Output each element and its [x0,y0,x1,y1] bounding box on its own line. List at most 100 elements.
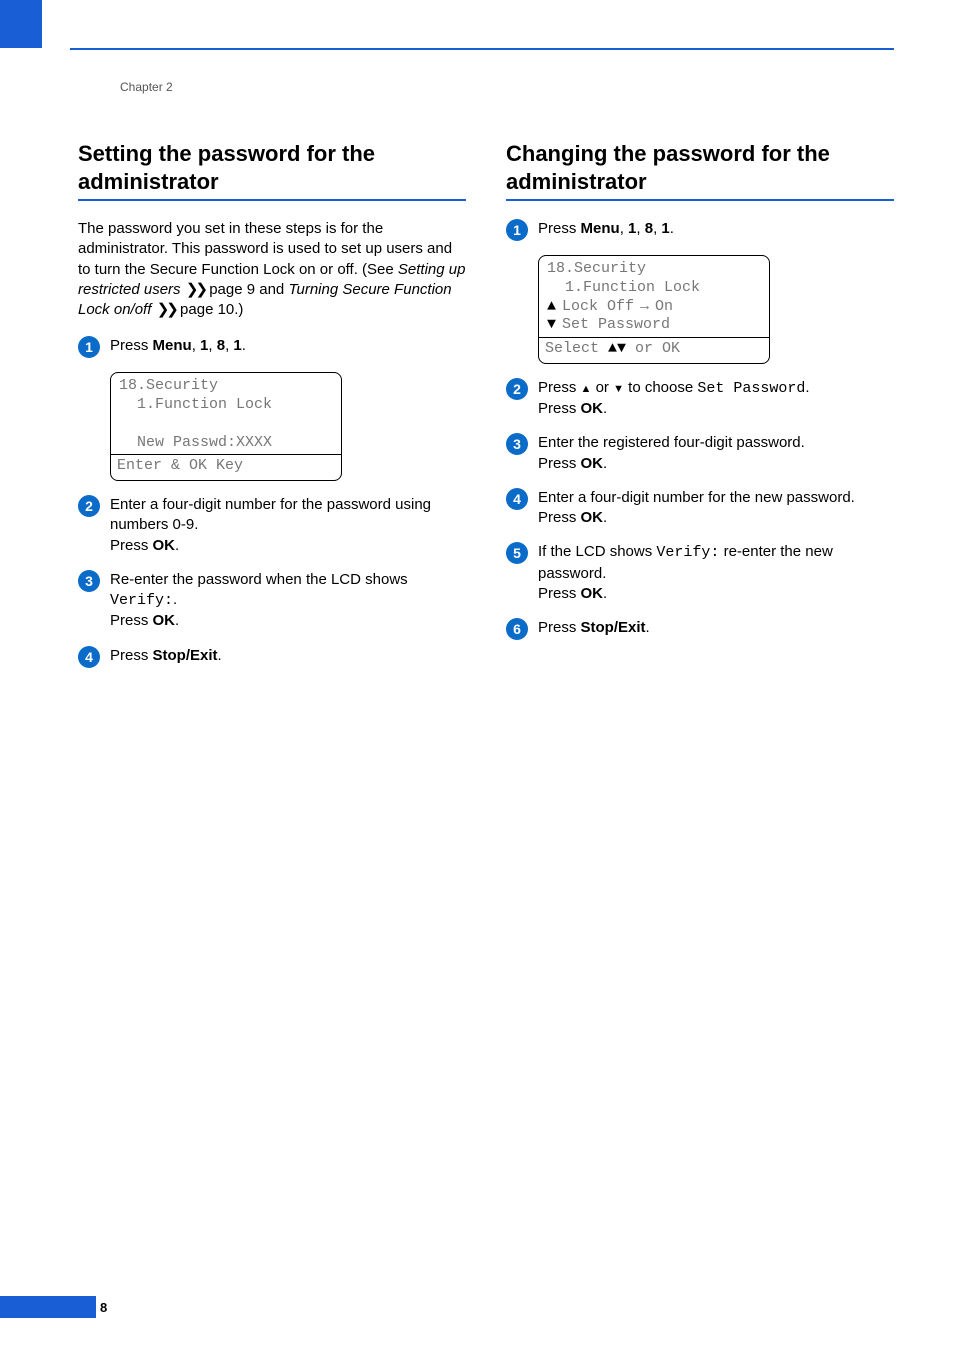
key-1b: 1 [661,220,669,237]
side-tab [0,0,42,48]
key-ok: OK [153,537,176,554]
key-ok: OK [581,509,604,526]
key-ok: OK [581,400,604,417]
text: Lock Off [562,298,634,317]
right-step-1: 1 Press Menu, 1, 8, 1. [506,219,894,241]
lcd-body: 18.Security 1.Function Lock ▲ Lock Off → O… [539,256,769,337]
step-text: Re-enter the password when the LCD shows… [110,570,466,632]
text: Press [538,220,581,237]
text: Press [110,537,153,554]
text: page 10.) [176,301,244,318]
arrow-up-icon: ▲ [608,340,617,357]
text: If the LCD shows [538,543,656,560]
key-ok: OK [581,455,604,472]
page-number-bar [0,1296,96,1318]
key-1: 1 [200,337,208,354]
right-step-6: 6 Press Stop/Exit. [506,618,894,640]
text: Press [110,647,153,664]
page-ref-icon: ❯❯ [185,281,205,298]
key-stop-exit: Stop/Exit [581,619,646,636]
left-title: Setting the password for the administrat… [78,140,466,195]
chapter-label: Chapter 2 [120,80,173,94]
lcd-wrapper: 18.Security 1.Function Lock New Passwd:X… [110,372,466,481]
step-text: Press Stop/Exit. [538,618,894,638]
text: Press [110,337,153,354]
right-step-4: 4 Enter a four-digit number for the new … [506,488,894,529]
text: Enter the registered four-digit password… [538,434,805,451]
text: . [805,379,809,396]
text: 18.Security 1.Function Lock [547,260,700,296]
step-text: Press Menu, 1, 8, 1. [110,336,466,356]
text: page 9 and [205,281,288,298]
key-stop-exit: Stop/Exit [153,647,218,664]
right-underline [506,199,894,201]
arrow-down-icon: ▼ [617,340,626,357]
left-intro: The password you set in these steps is f… [78,219,466,320]
key-menu: Menu [153,337,192,354]
lcd-wrapper: 18.Security 1.Function Lock ▲ Lock Off → O… [538,255,894,364]
text: Press [538,400,581,417]
right-column: Changing the password for the administra… [506,140,894,682]
key-1b: 1 [233,337,241,354]
key-ok: OK [581,585,604,602]
step-badge-3: 3 [506,433,528,455]
step-text: Enter a four-digit number for the new pa… [538,488,894,529]
key-8: 8 [645,220,653,237]
step-text: Enter a four-digit number for the passwo… [110,495,466,556]
lcd-body: 18.Security 1.Function Lock New Passwd:X… [111,373,341,454]
left-column: Setting the password for the administrat… [78,140,466,682]
step-badge-5: 5 [506,542,528,564]
text: Press [538,455,581,472]
text: Press [538,379,581,396]
step-text: Press Menu, 1, 8, 1. [538,219,894,239]
step-text: Press ▲ or ▼ to choose Set Password. Pre… [538,378,894,420]
right-title: Changing the password for the administra… [506,140,894,195]
step-badge-4: 4 [506,488,528,510]
page-ref-icon: ❯❯ [156,301,176,318]
text: Press [538,585,581,602]
text: . [646,619,650,636]
lcd-text-verify: Verify: [656,544,719,561]
lcd-footer: Select ▲▼ or OK [539,337,769,363]
key-ok: OK [153,612,176,629]
text: or [591,379,613,396]
step-badge-3: 3 [78,570,100,592]
page-number: 8 [100,1300,107,1315]
lcd-screen: 18.Security 1.Function Lock New Passwd:X… [110,372,342,481]
arrow-right-icon: → [640,298,649,317]
top-rule [70,48,894,50]
text: Press [538,619,581,636]
key-menu: Menu [581,220,620,237]
step-text: Press Stop/Exit. [110,646,466,666]
right-step-3: 3 Enter the registered four-digit passwo… [506,433,894,474]
step-badge-1: 1 [506,219,528,241]
arrow-up-icon: ▲ [581,383,592,395]
text: Press [110,612,153,629]
text: Re-enter the password when the LCD shows [110,571,408,588]
left-step-1: 1 Press Menu, 1, 8, 1. [78,336,466,358]
step-badge-2: 2 [506,378,528,400]
step-badge-4: 4 [78,646,100,668]
lcd-text-setpwd: Set Password [697,380,805,397]
key-8: 8 [217,337,225,354]
text: Press [538,509,581,526]
text: The password you set in these steps is f… [78,220,452,278]
left-step-2: 2 Enter a four-digit number for the pass… [78,495,466,556]
lcd-footer: Enter & OK Key [111,454,341,480]
step-badge-6: 6 [506,618,528,640]
step-text: If the LCD shows Verify: re-enter the ne… [538,542,894,604]
arrow-up-icon: ▲ [547,298,556,317]
right-step-5: 5 If the LCD shows Verify: re-enter the … [506,542,894,604]
left-underline [78,199,466,201]
text: . [173,591,177,608]
arrow-down-icon: ▼ [613,383,624,395]
right-step-2: 2 Press ▲ or ▼ to choose Set Password. P… [506,378,894,420]
step-badge-1: 1 [78,336,100,358]
text: Enter a four-digit number for the new pa… [538,489,855,506]
text: On [655,298,673,317]
arrow-down-icon: ▼ [547,316,556,335]
text: Enter a four-digit number for the passwo… [110,496,431,533]
lcd-screen: 18.Security 1.Function Lock ▲ Lock Off → O… [538,255,770,364]
left-step-3: 3 Re-enter the password when the LCD sho… [78,570,466,632]
lcd-text-verify: Verify: [110,592,173,609]
